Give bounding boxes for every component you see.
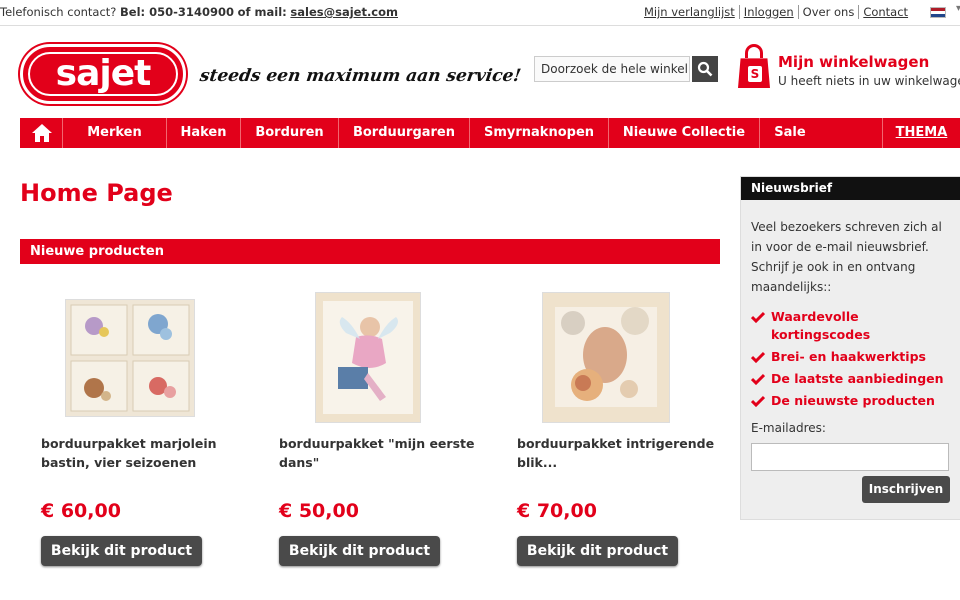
nav-item-smyrnaknopen[interactable]: Smyrnaknopen [470,118,609,148]
product-image[interactable] [65,299,195,417]
checkmark-icon [751,351,765,363]
product-image[interactable] [315,292,421,423]
phone-number: Bel: 050-3140900 [120,5,234,19]
contact-prefix: Telefonisch contact? [0,5,117,19]
search-button[interactable] [692,56,718,82]
nav-item-haken[interactable]: Haken [167,118,241,148]
newsletter-benefits: Waardevolle kortingscodes Brei- en haakw… [751,308,956,414]
slogan: steeds een maximum aan service! [198,66,523,86]
benefit-label: De nieuwste producten [771,393,935,408]
benefit-item: Waardevolle kortingscodes [751,308,956,344]
search-icon [697,61,713,77]
about-link[interactable]: Over ons [797,5,859,19]
nav-item-merken[interactable]: Merken [63,118,167,148]
view-product-button[interactable]: Bekijk dit product [279,536,440,566]
view-product-button[interactable]: Bekijk dit product [517,536,678,566]
product-image[interactable] [542,292,670,423]
main-navigation: Merken Haken Borduren Borduurgaren Smyrn… [20,118,960,148]
nav-item-thema[interactable]: THEMA [882,118,960,148]
login-link[interactable]: Inloggen [738,5,798,19]
nav-home[interactable] [20,118,63,148]
checkmark-icon [751,395,765,407]
cart-status: U heeft niets in uw winkelwagen. [778,74,960,88]
product-name[interactable]: borduurpakket marjolein bastin, vier sei… [41,434,241,472]
contact-info: Telefonisch contact? Bel: 050-3140900 of… [0,5,398,19]
benefit-label: Waardevolle kortingscodes [771,309,871,342]
nav-item-borduren[interactable]: Borduren [241,118,339,148]
product-name[interactable]: borduurpakket "mijn eerste dans" [279,434,479,472]
email-label: E-mailadres: [751,421,826,435]
email-field[interactable] [751,443,949,471]
product-thumbnail [543,293,669,422]
nav-item-borduurgaren[interactable]: Borduurgaren [339,118,470,148]
benefit-label: Brei- en haakwerktips [771,349,926,364]
language-caret-icon[interactable]: ▾ [956,3,960,14]
view-product-button[interactable]: Bekijk dit product [41,536,202,566]
home-icon [32,124,52,142]
dutch-flag-icon[interactable] [930,7,946,18]
product-thumbnail [66,300,194,416]
product-thumbnail [316,293,420,422]
benefit-item: De laatste aanbiedingen [751,370,956,388]
product-price: € 60,00 [41,500,121,522]
product-price: € 50,00 [279,500,359,522]
email-link[interactable]: sales@sajet.com [290,5,398,19]
product-name[interactable]: borduurpakket intrigerende blik... [517,434,717,472]
top-bar: Telefonisch contact? Bel: 050-3140900 of… [0,0,960,26]
bag-letter: S [748,66,762,82]
cart-title[interactable]: Mijn winkelwagen [778,53,929,71]
newsletter-block: Nieuwsbrief Veel bezoekers schreven zich… [740,176,960,520]
cart-bag-handle [745,44,763,58]
benefit-item: De nieuwste producten [751,392,956,410]
nav-item-nieuwe-collectie[interactable]: Nieuwe Collectie [609,118,760,148]
benefit-item: Brei- en haakwerktips [751,348,956,366]
checkmark-icon [751,373,765,385]
mail-label: of mail: [237,5,287,19]
contact-link[interactable]: Contact [858,5,913,19]
newsletter-description: Veel bezoekers schreven zich al in voor … [751,220,942,294]
benefit-label: De laatste aanbiedingen [771,371,944,386]
subscribe-button[interactable]: Inschrijven [862,476,950,503]
product-price: € 70,00 [517,500,597,522]
section-title: Nieuwe producten [20,239,720,264]
wishlist-link[interactable]: Mijn verlanglijst [640,5,739,19]
page-title: Home Page [20,179,173,207]
newsletter-title: Nieuwsbrief [741,177,960,200]
logo-text: sajet [28,52,178,96]
checkmark-icon [751,311,765,323]
nav-item-sale[interactable]: Sale [760,118,820,148]
account-links: Mijn verlanglijst Inloggen Over ons Contact [640,5,913,19]
sajet-logo[interactable]: sajet [20,44,186,104]
search-input[interactable]: Doorzoek de hele winkel [534,56,690,82]
